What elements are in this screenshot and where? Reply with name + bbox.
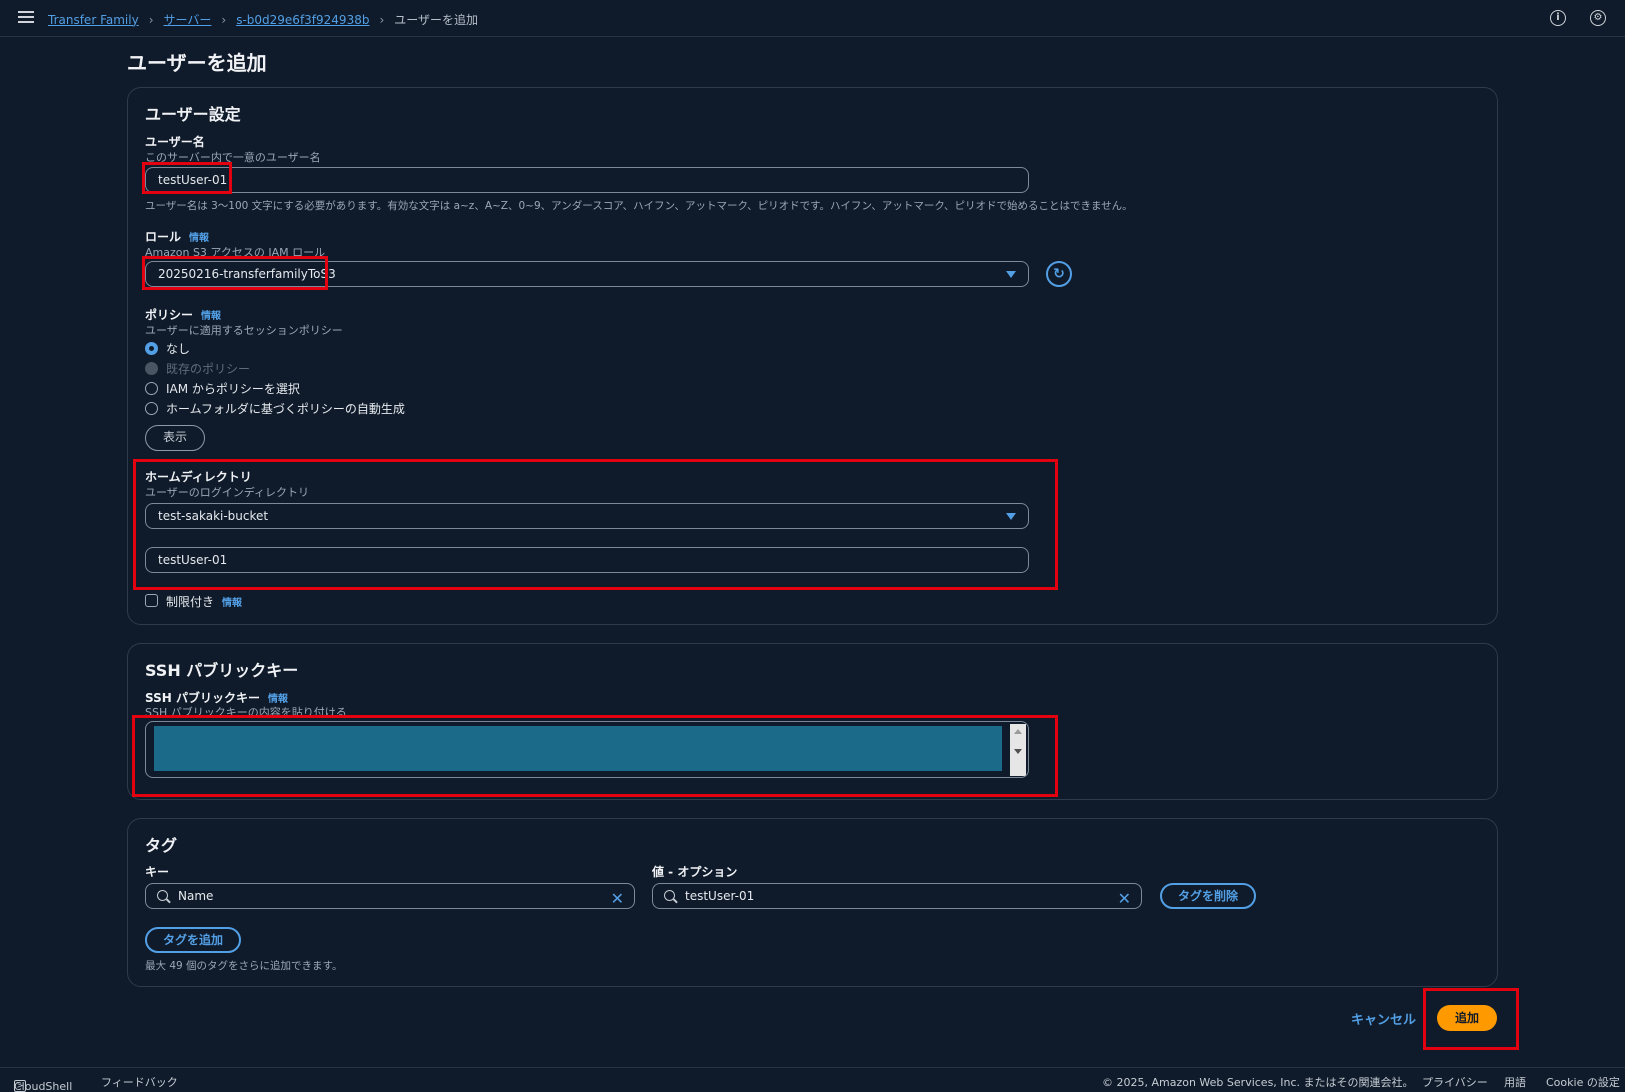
breadcrumb-transfer-family[interactable]: Transfer Family: [48, 13, 139, 27]
privacy-link[interactable]: プライバシー: [1422, 1074, 1488, 1090]
close-icon[interactable]: ✕: [1118, 887, 1131, 911]
username-label: ユーザー名: [145, 135, 205, 149]
menu-icon[interactable]: [18, 11, 34, 25]
caret-down-icon: [1006, 271, 1016, 278]
settings-icon[interactable]: ⚙: [1590, 10, 1606, 26]
policy-info-link[interactable]: 情報: [201, 311, 221, 322]
cloudshell-label: CloudShell: [14, 1080, 73, 1092]
feedback-link[interactable]: フィードバック: [101, 1074, 178, 1090]
ssh-key-title: SSH パブリックキー: [145, 661, 299, 680]
page-title: ユーザーを追加: [127, 51, 267, 75]
cancel-button[interactable]: キャンセル: [1351, 1009, 1416, 1028]
tag-limit-text: 最大 49 個のタグをさらに追加できます。: [145, 960, 343, 972]
refresh-icon[interactable]: ↻: [1046, 261, 1072, 287]
policy-option-none[interactable]: なし: [145, 340, 190, 357]
radio[interactable]: [145, 382, 158, 395]
user-settings-title: ユーザー設定: [145, 105, 241, 124]
search-icon: [157, 890, 168, 901]
close-icon[interactable]: ✕: [611, 887, 624, 911]
restricted-checkbox[interactable]: [145, 594, 158, 607]
highlight-username: [142, 162, 232, 194]
tag-value-label: 値 - オプション: [652, 865, 738, 879]
search-icon: [664, 890, 675, 901]
ssh-key-label: SSH パブリックキー: [145, 691, 260, 705]
breadcrumb: Transfer Family › サーバー › s-b0d29e6f3f924…: [48, 11, 478, 28]
remove-tag-button[interactable]: タグを削除: [1160, 883, 1256, 909]
restricted-label: 制限付き: [166, 595, 215, 609]
policy-option-label: なし: [166, 342, 191, 356]
policy-option-label: IAM からポリシーを選択: [166, 382, 300, 396]
role-info-link[interactable]: 情報: [189, 233, 209, 244]
policy-option-label: 既存のポリシー: [166, 362, 251, 376]
policy-label-row: ポリシー 情報: [145, 306, 221, 323]
radio-checked[interactable]: [145, 342, 158, 355]
username-hint: ユーザー名は 3～100 文字にする必要があります。有効な文字は a~z、A~Z…: [145, 200, 1133, 212]
add-tag-button[interactable]: タグを追加: [145, 927, 241, 953]
tag-key-input[interactable]: Name ✕: [145, 883, 635, 909]
policy-option-existing: 既存のポリシー: [145, 360, 250, 377]
cookie-settings-link[interactable]: Cookie の設定: [1546, 1074, 1620, 1090]
chevron-right-icon: ›: [221, 12, 227, 27]
role-label: ロール: [145, 230, 182, 244]
highlight-role: [142, 256, 328, 290]
highlight-add-button: [1423, 988, 1519, 1050]
policy-label: ポリシー: [145, 308, 194, 322]
info-icon[interactable]: i: [1550, 10, 1566, 26]
username-input[interactable]: testUser-01: [145, 167, 1029, 193]
breadcrumb-server-id[interactable]: s-b0d29e6f3f924938b: [236, 13, 369, 27]
policy-option-iam[interactable]: IAM からポリシーを選択: [145, 380, 300, 397]
policy-option-auto[interactable]: ホームフォルダに基づくポリシーの自動生成: [145, 400, 405, 417]
breadcrumb-current: ユーザーを追加: [394, 13, 479, 27]
tag-value-input[interactable]: testUser-01 ✕: [652, 883, 1142, 909]
highlight-home-directory: [133, 459, 1058, 590]
restricted-info-link[interactable]: 情報: [222, 598, 242, 609]
restricted-label-row: 制限付き 情報: [166, 593, 242, 610]
radio[interactable]: [145, 402, 158, 415]
policy-option-label: ホームフォルダに基づくポリシーの自動生成: [166, 402, 405, 416]
show-policy-button[interactable]: 表示: [145, 425, 205, 451]
top-navigation: Transfer Family › サーバー › s-b0d29e6f3f924…: [0, 0, 1625, 37]
footer: > CloudShell フィードバック © 2025, Amazon Web S…: [0, 1067, 1625, 1092]
chevron-right-icon: ›: [379, 12, 385, 27]
tags-title: タグ: [145, 836, 178, 855]
radio-disabled: [145, 362, 158, 375]
highlight-ssh-key: [132, 715, 1058, 797]
role-label-row: ロール 情報: [145, 228, 209, 245]
tag-key-label: キー: [145, 865, 170, 879]
terms-link[interactable]: 用語: [1504, 1074, 1526, 1090]
tags-card: タグ キー 値 - オプション Name ✕ testUser-01 ✕ タグを…: [127, 818, 1498, 987]
copyright-text: © 2025, Amazon Web Services, Inc. またはその関…: [1102, 1076, 1414, 1089]
policy-description: ユーザーに適用するセッションポリシー: [145, 324, 343, 337]
tag-key-value: Name: [178, 889, 214, 903]
chevron-right-icon: ›: [148, 12, 154, 27]
breadcrumb-servers[interactable]: サーバー: [164, 11, 212, 28]
tag-value-value: testUser-01: [685, 889, 755, 903]
